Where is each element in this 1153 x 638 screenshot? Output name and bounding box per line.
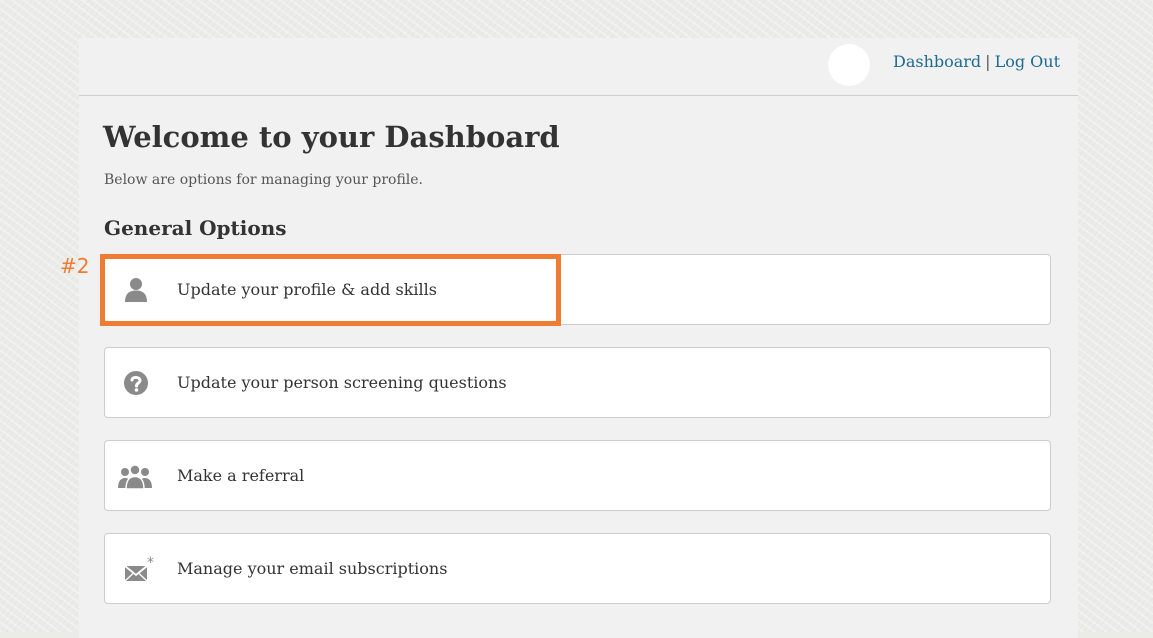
- annotation-marker: #2: [60, 254, 90, 278]
- users-icon: [117, 461, 153, 491]
- option-label: Update your person screening questions: [177, 373, 507, 392]
- page-title: Welcome to your Dashboard: [103, 120, 560, 154]
- envelope-icon: *: [123, 554, 157, 584]
- dashboard-link[interactable]: Dashboard: [893, 52, 981, 71]
- screening-questions-option[interactable]: Update your person screening questions: [104, 347, 1051, 418]
- question-icon: [121, 368, 151, 398]
- account-links: Dashboard | Log Out: [893, 52, 1060, 71]
- annotation-highlight-box: [100, 254, 561, 326]
- section-title: General Options: [104, 216, 287, 240]
- top-bar: Dashboard | Log Out: [79, 38, 1078, 96]
- make-referral-option[interactable]: Make a referral: [104, 440, 1051, 511]
- link-separator: |: [985, 52, 991, 71]
- page-subtitle: Below are options for managing your prof…: [104, 172, 423, 188]
- svg-text:*: *: [147, 555, 154, 571]
- option-label: Manage your email subscriptions: [177, 559, 448, 578]
- logout-link[interactable]: Log Out: [995, 52, 1060, 71]
- email-subscriptions-option[interactable]: * Manage your email subscriptions: [104, 533, 1051, 604]
- option-label: Make a referral: [177, 466, 305, 485]
- avatar[interactable]: [828, 44, 870, 86]
- dashboard-panel: Dashboard | Log Out Welcome to your Dashbo…: [79, 38, 1078, 638]
